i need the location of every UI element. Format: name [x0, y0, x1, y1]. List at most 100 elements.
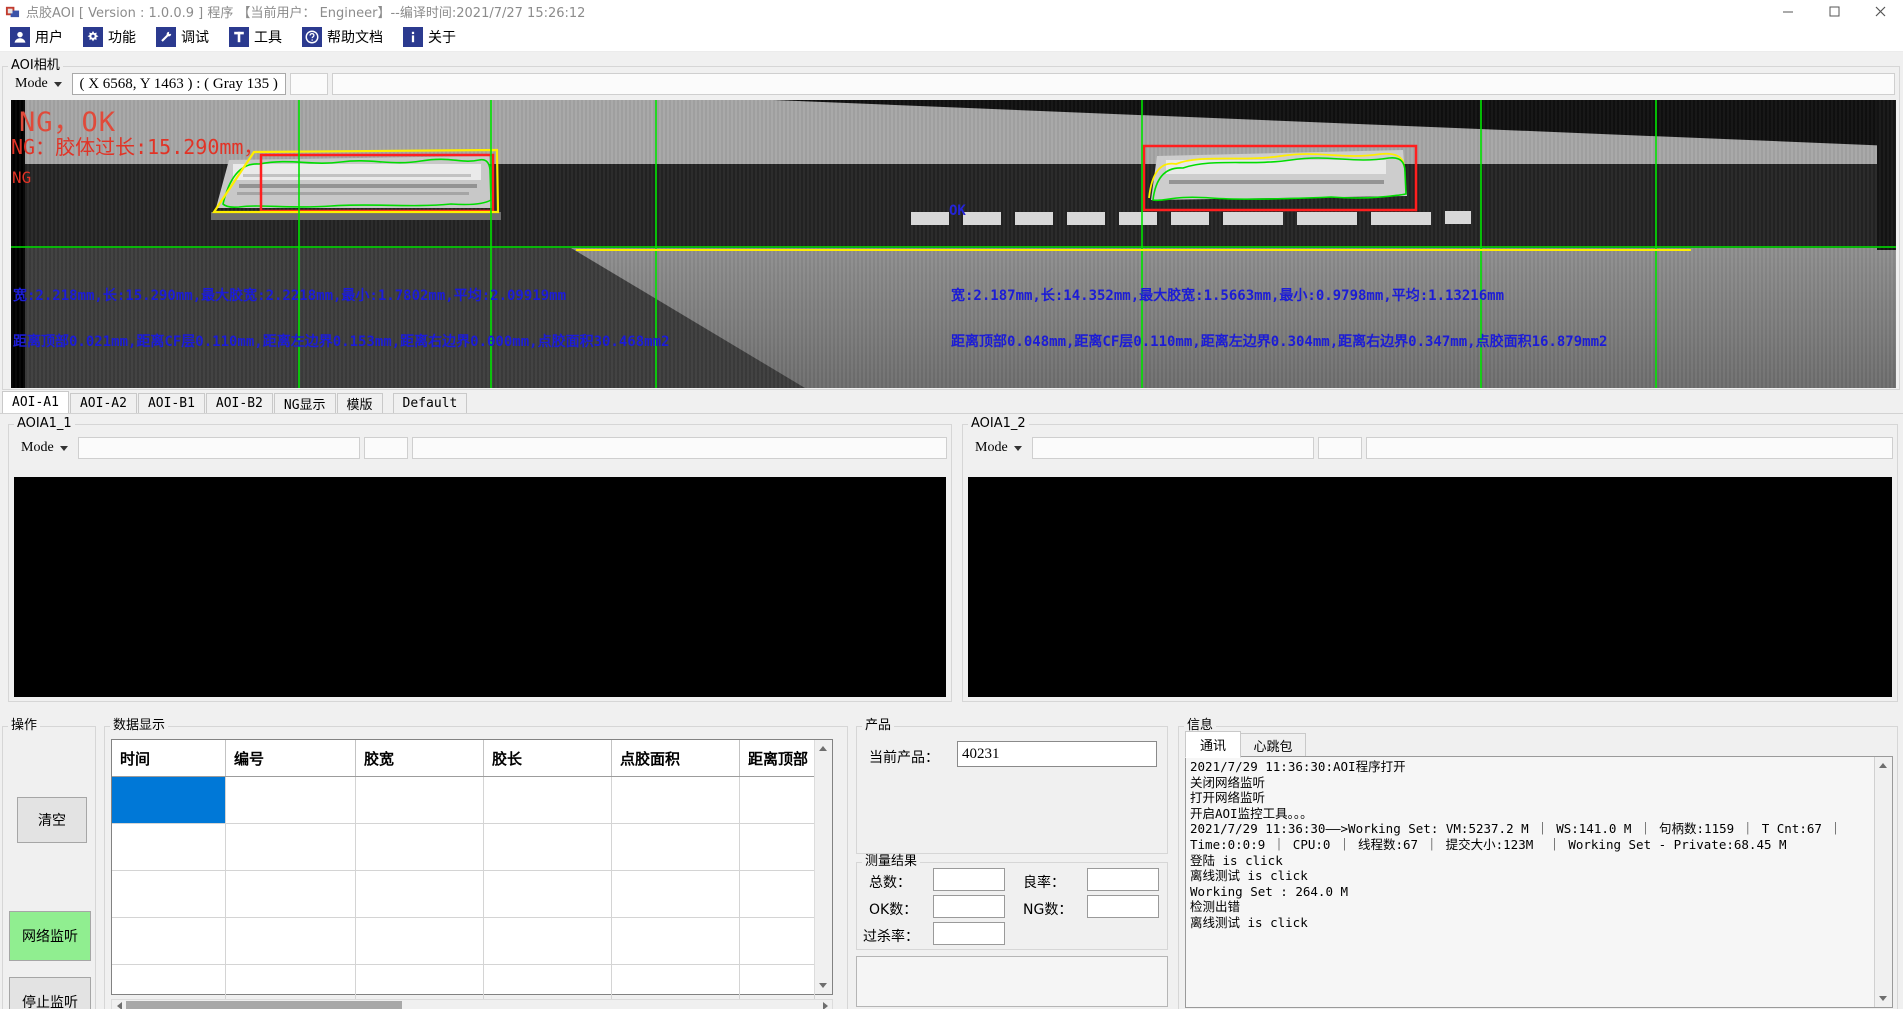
table-row [112, 918, 832, 965]
table-cell[interactable] [612, 918, 740, 964]
subview-left-image[interactable] [14, 477, 946, 697]
wrench-icon [156, 27, 176, 47]
column-header-glue-area[interactable]: 点胶面积 [612, 740, 740, 776]
table-cell[interactable] [112, 918, 226, 964]
scroll-up-button[interactable] [815, 740, 831, 757]
info-tab-comm[interactable]: 通讯 [1185, 731, 1241, 758]
table-cell[interactable] [484, 777, 612, 823]
scroll-up-button[interactable] [1875, 757, 1891, 774]
toolbar-item-debug[interactable]: 调试 [154, 26, 211, 48]
log-line: Working Set : 264.0 M [1190, 884, 1888, 900]
column-header-id[interactable]: 编号 [226, 740, 356, 776]
table-cell[interactable] [356, 918, 484, 964]
clear-button[interactable]: 清空 [17, 797, 87, 843]
tab-aoi-b2[interactable]: AOI-B2 [206, 393, 273, 413]
subview-right-mode-dropdown[interactable]: Mode [969, 437, 1028, 459]
close-button[interactable] [1857, 0, 1903, 22]
table-horizontal-scrollbar[interactable] [111, 999, 833, 1009]
minimize-button[interactable] [1765, 0, 1811, 22]
table-cell[interactable] [356, 777, 484, 823]
scroll-right-button[interactable] [818, 1000, 832, 1009]
results-group-label: 测量结果 [862, 854, 920, 870]
table-row [112, 871, 832, 918]
app-window: 点胶AOI [ Version : 1.0.0.9 ] 程序 【当前用户： En… [0, 0, 1903, 1009]
toolbar-item-user[interactable]: 用户 [8, 26, 65, 48]
scroll-left-button[interactable] [112, 1000, 126, 1009]
table-cell[interactable] [112, 871, 226, 917]
camera-readout-wide [332, 73, 1895, 95]
maximize-button[interactable] [1811, 0, 1857, 22]
scroll-down-button[interactable] [815, 977, 831, 994]
log-line: 登陆 is click [1190, 853, 1888, 869]
table-cell[interactable] [484, 871, 612, 917]
table-cell[interactable] [612, 871, 740, 917]
camera-mode-dropdown[interactable]: Mode [9, 73, 68, 95]
network-listen-button[interactable]: 网络监听 [9, 911, 91, 961]
subview-right-label: AOIA1_2 [968, 416, 1029, 432]
column-header-glue-length[interactable]: 胶长 [484, 740, 612, 776]
log-line: Time:0:0:9 ｜ CPU:0 ｜ 线程数:67 ｜ 提交大小:123M … [1190, 837, 1888, 853]
table-cell[interactable] [226, 918, 356, 964]
current-product-input[interactable] [957, 741, 1157, 767]
user-icon [10, 27, 30, 47]
table-cell-selected[interactable] [112, 777, 226, 823]
table-cell[interactable] [740, 918, 815, 964]
subview-left-mode-dropdown[interactable]: Mode [15, 437, 74, 459]
column-header-glue-width[interactable]: 胶宽 [356, 740, 484, 776]
stop-listen-button[interactable]: 停止监听 [9, 977, 91, 1009]
tab-aoi-b1[interactable]: AOI-B1 [138, 393, 205, 413]
table-cell[interactable] [612, 824, 740, 870]
table-cell[interactable] [740, 824, 815, 870]
table-cell[interactable] [612, 777, 740, 823]
camera-view[interactable]: NG，OK NG：胶体过长:15.290mm， NG OK 宽:2.218mm,… [11, 100, 1896, 388]
log-vertical-scrollbar[interactable] [1874, 757, 1892, 1007]
product-group: 产品 当前产品： [856, 726, 1168, 854]
table-row [112, 777, 832, 824]
log-line: 2021/7/29 11:36:30:AOI程序打开 [1190, 759, 1888, 775]
table-cell[interactable] [226, 824, 356, 870]
table-vertical-scrollbar[interactable] [814, 740, 832, 994]
operations-group-label: 操作 [8, 718, 40, 734]
table-cell[interactable] [356, 824, 484, 870]
ng-count-value-box [1087, 895, 1159, 918]
column-header-time[interactable]: 时间 [112, 740, 226, 776]
toolbar-label: 关于 [428, 27, 456, 47]
toolbar: 用户 功能 调试 工具 帮助文档 [0, 22, 1903, 52]
subview-right-image[interactable] [968, 477, 1892, 697]
scroll-down-button[interactable] [1875, 990, 1891, 1007]
column-header-top-distance[interactable]: 距离顶部 [740, 740, 815, 776]
tab-template[interactable]: 模版 [337, 393, 383, 413]
arrow-down-icon [1879, 996, 1887, 1001]
table-cell[interactable] [740, 777, 815, 823]
log-line: 打开网络监听 [1190, 790, 1888, 806]
about-icon [403, 27, 423, 47]
tab-aoi-a2[interactable]: AOI-A2 [70, 393, 137, 413]
subview-left-readout-2 [364, 437, 408, 459]
tab-ng-display[interactable]: NG显示 [274, 393, 336, 413]
table-cell[interactable] [226, 777, 356, 823]
log-line: 关闭网络监听 [1190, 775, 1888, 791]
table-cell[interactable] [112, 824, 226, 870]
window-title: 点胶AOI [ Version : 1.0.0.9 ] 程序 【当前用户： En… [26, 2, 585, 21]
subview-left-group: AOIA1_1 Mode [8, 424, 952, 702]
product-group-label: 产品 [862, 718, 894, 734]
table-cell[interactable] [740, 871, 815, 917]
log-output[interactable]: 2021/7/29 11:36:30:AOI程序打开 关闭网络监听 打开网络监听… [1185, 756, 1893, 1008]
subview-right-mode-row: Mode [969, 437, 1893, 459]
info-tab-heartbeat[interactable]: 心跳包 [1240, 733, 1306, 758]
mode-label: Mode [21, 440, 54, 456]
table-cell[interactable] [484, 824, 612, 870]
table-cell[interactable] [226, 871, 356, 917]
scrollbar-thumb[interactable] [126, 1001, 402, 1009]
results-group: 测量结果 总数： 良率： OK数： NG数： 过杀率： [856, 862, 1168, 950]
toolbar-item-tools[interactable]: 工具 [227, 26, 284, 48]
table-cell[interactable] [484, 918, 612, 964]
toolbar-item-function[interactable]: 功能 [81, 26, 138, 48]
tab-aoi-a1[interactable]: AOI-A1 [2, 391, 69, 413]
arrow-up-icon [819, 746, 827, 751]
tab-default[interactable]: Default [393, 393, 468, 413]
toolbar-label: 调试 [181, 27, 209, 47]
table-cell[interactable] [356, 871, 484, 917]
toolbar-item-about[interactable]: 关于 [401, 26, 458, 48]
toolbar-item-help[interactable]: 帮助文档 [300, 26, 385, 48]
